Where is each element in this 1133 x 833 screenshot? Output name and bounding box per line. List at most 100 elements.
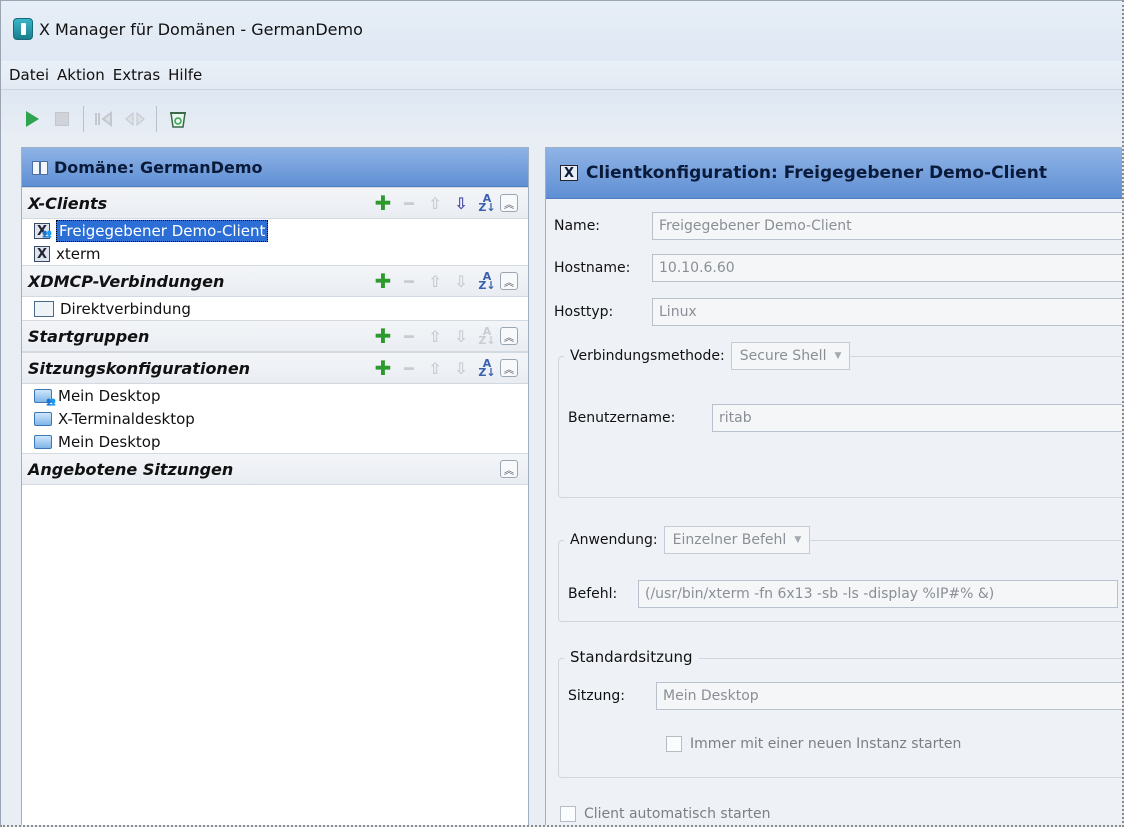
menu-bar: Datei Aktion Extras Hilfe [1, 61, 1122, 90]
session-label: Sitzung: [568, 688, 625, 704]
x-client-icon: X [560, 165, 578, 181]
domain-title: Domäne: GermanDemo [54, 157, 263, 177]
menu-extras[interactable]: Extras [113, 66, 160, 84]
connection-row: Verbindungsmethode: Secure Shell ▼ [564, 342, 851, 370]
username-field[interactable]: ritab [712, 404, 1122, 432]
toolbar-separator [83, 106, 84, 132]
list-item[interactable]: X xterm [22, 242, 528, 265]
section-tools: ✚ ━ ⇧ ⇩ A Z↓ ︽ [370, 324, 518, 348]
item-label: X-Terminaldesktop [58, 409, 195, 428]
session-row: Sitzung: Mein Desktop [568, 682, 1122, 710]
move-up-icon[interactable]: ⇧ [422, 194, 448, 213]
move-up-icon[interactable]: ⇧ [422, 359, 448, 378]
list-item[interactable]: X 👥 Freigegebener Demo-Client [22, 219, 528, 242]
menu-datei[interactable]: Datei [9, 66, 49, 84]
item-label: Mein Desktop [58, 432, 161, 451]
recycle-bin-icon [170, 112, 186, 128]
add-icon[interactable]: ✚ [370, 191, 396, 215]
sort-az-icon[interactable]: A Z↓ [474, 193, 500, 213]
name-field[interactable]: Freigegebener Demo-Client [652, 212, 1122, 240]
application-row: Anwendung: Einzelner Befehl ▼ [564, 526, 811, 554]
hosttype-label: Hosttyp: [554, 304, 614, 320]
remove-icon[interactable]: ━ [396, 194, 422, 213]
autostart-row: Client automatisch starten [560, 806, 771, 822]
app-window: X Manager für Domänen - GermanDemo Datei… [0, 0, 1124, 827]
section-tools: ✚ ━ ⇧ ⇩ A Z↓ ︽ [370, 191, 518, 215]
section-tools: ✚ ━ ⇧ ⇩ A Z↓ ︽ [370, 356, 518, 380]
standard-session-legend: Standardsitzung [564, 648, 699, 666]
connection-value: Secure Shell [739, 348, 827, 364]
pause-button[interactable] [90, 104, 120, 134]
section-xdmcp: XDMCP-Verbindungen ✚ ━ ⇧ ⇩ A Z↓ ︽ [22, 265, 528, 297]
standard-session-group [558, 658, 1122, 778]
sort-az-icon[interactable]: A Z↓ [474, 271, 500, 291]
name-row: Name: Freigegebener Demo-Client [554, 212, 1122, 240]
hostname-label: Hostname: [554, 260, 631, 276]
remove-icon[interactable]: ━ [396, 327, 422, 346]
hostname-field[interactable]: 10.10.6.60 [652, 254, 1122, 282]
domain-tree-pane: Domäne: GermanDemo X-Clients ✚ ━ ⇧ ⇩ A Z↓… [21, 147, 529, 825]
section-x-clients: X-Clients ✚ ━ ⇧ ⇩ A Z↓ ︽ [22, 187, 528, 219]
move-down-icon[interactable]: ⇩ [448, 272, 474, 291]
remove-icon[interactable]: ━ [396, 272, 422, 291]
start-button[interactable] [17, 104, 47, 134]
move-down-icon[interactable]: ⇩ [448, 194, 474, 213]
sort-az-icon[interactable]: A Z↓ [474, 326, 500, 346]
command-field[interactable]: (/usr/bin/xterm -fn 6x13 -sb -ls -displa… [638, 580, 1118, 608]
new-instance-checkbox[interactable] [666, 736, 682, 752]
stop-button[interactable] [47, 104, 77, 134]
add-icon[interactable]: ✚ [370, 356, 396, 380]
menu-hilfe[interactable]: Hilfe [168, 66, 202, 84]
item-label: Mein Desktop [58, 386, 161, 405]
chevron-down-icon: ▼ [794, 535, 802, 545]
section-angebotene-sitzungen: Angebotene Sitzungen ︽ [22, 453, 528, 485]
add-icon[interactable]: ✚ [370, 324, 396, 348]
desktop-icon [34, 411, 52, 426]
application-dropdown[interactable]: Einzelner Befehl ▼ [663, 526, 811, 554]
connection-label: Verbindungsmethode: [564, 348, 731, 364]
section-title: Angebotene Sitzungen [28, 459, 234, 479]
toolbar-separator [156, 106, 157, 132]
move-down-icon[interactable]: ⇩ [448, 359, 474, 378]
move-up-icon[interactable]: ⇧ [422, 272, 448, 291]
direct-connection-icon [34, 300, 54, 317]
desktop-icon [34, 434, 52, 449]
collapse-icon[interactable]: ︽ [500, 359, 518, 377]
collapse-icon[interactable]: ︽ [500, 272, 518, 290]
add-icon[interactable]: ✚ [370, 269, 396, 293]
connection-method-dropdown[interactable]: Secure Shell ▼ [730, 342, 851, 370]
hosttype-field[interactable]: Linux [652, 298, 1122, 326]
collapse-icon[interactable]: ︽ [500, 460, 518, 478]
application-value: Einzelner Befehl [672, 532, 787, 548]
autostart-checkbox[interactable] [560, 806, 576, 822]
stop-icon [55, 112, 69, 126]
move-up-icon[interactable]: ⇧ [422, 327, 448, 346]
play-icon [25, 111, 39, 127]
name-label: Name: [554, 218, 601, 234]
list-item[interactable]: X-Terminaldesktop [22, 407, 528, 430]
section-title: Startgruppen [28, 326, 150, 346]
session-field[interactable]: Mein Desktop [656, 682, 1122, 710]
section-title: Sitzungskonfigurationen [28, 358, 251, 378]
list-item[interactable]: Mein Desktop [22, 430, 528, 453]
section-sitzungskonfigurationen: Sitzungskonfigurationen ✚ ━ ⇧ ⇩ A Z↓ ︽ [22, 352, 528, 384]
domain-icon [32, 159, 48, 175]
section-title: X-Clients [28, 193, 108, 213]
list-item[interactable]: Direktverbindung [22, 297, 528, 320]
section-tools: ✚ ━ ⇧ ⇩ A Z↓ ︽ [370, 269, 518, 293]
title-bar: X Manager für Domänen - GermanDemo [1, 1, 1122, 57]
list-item[interactable]: 👥 Mein Desktop [22, 384, 528, 407]
resume-button[interactable] [120, 104, 150, 134]
x-client-icon: X [34, 245, 50, 262]
client-config-title: Clientkonfiguration: Freigegebener Demo-… [586, 163, 1047, 183]
recycle-button[interactable] [163, 104, 193, 134]
pause-icon [95, 111, 112, 127]
new-instance-label: Immer mit einer neuen Instanz starten [690, 736, 962, 752]
move-down-icon[interactable]: ⇩ [448, 327, 474, 346]
collapse-icon[interactable]: ︽ [500, 327, 518, 345]
menu-aktion[interactable]: Aktion [57, 66, 105, 84]
section-tools: ︽ [500, 460, 518, 478]
sort-az-icon[interactable]: A Z↓ [474, 358, 500, 378]
remove-icon[interactable]: ━ [396, 359, 422, 378]
collapse-icon[interactable]: ︽ [500, 194, 518, 212]
